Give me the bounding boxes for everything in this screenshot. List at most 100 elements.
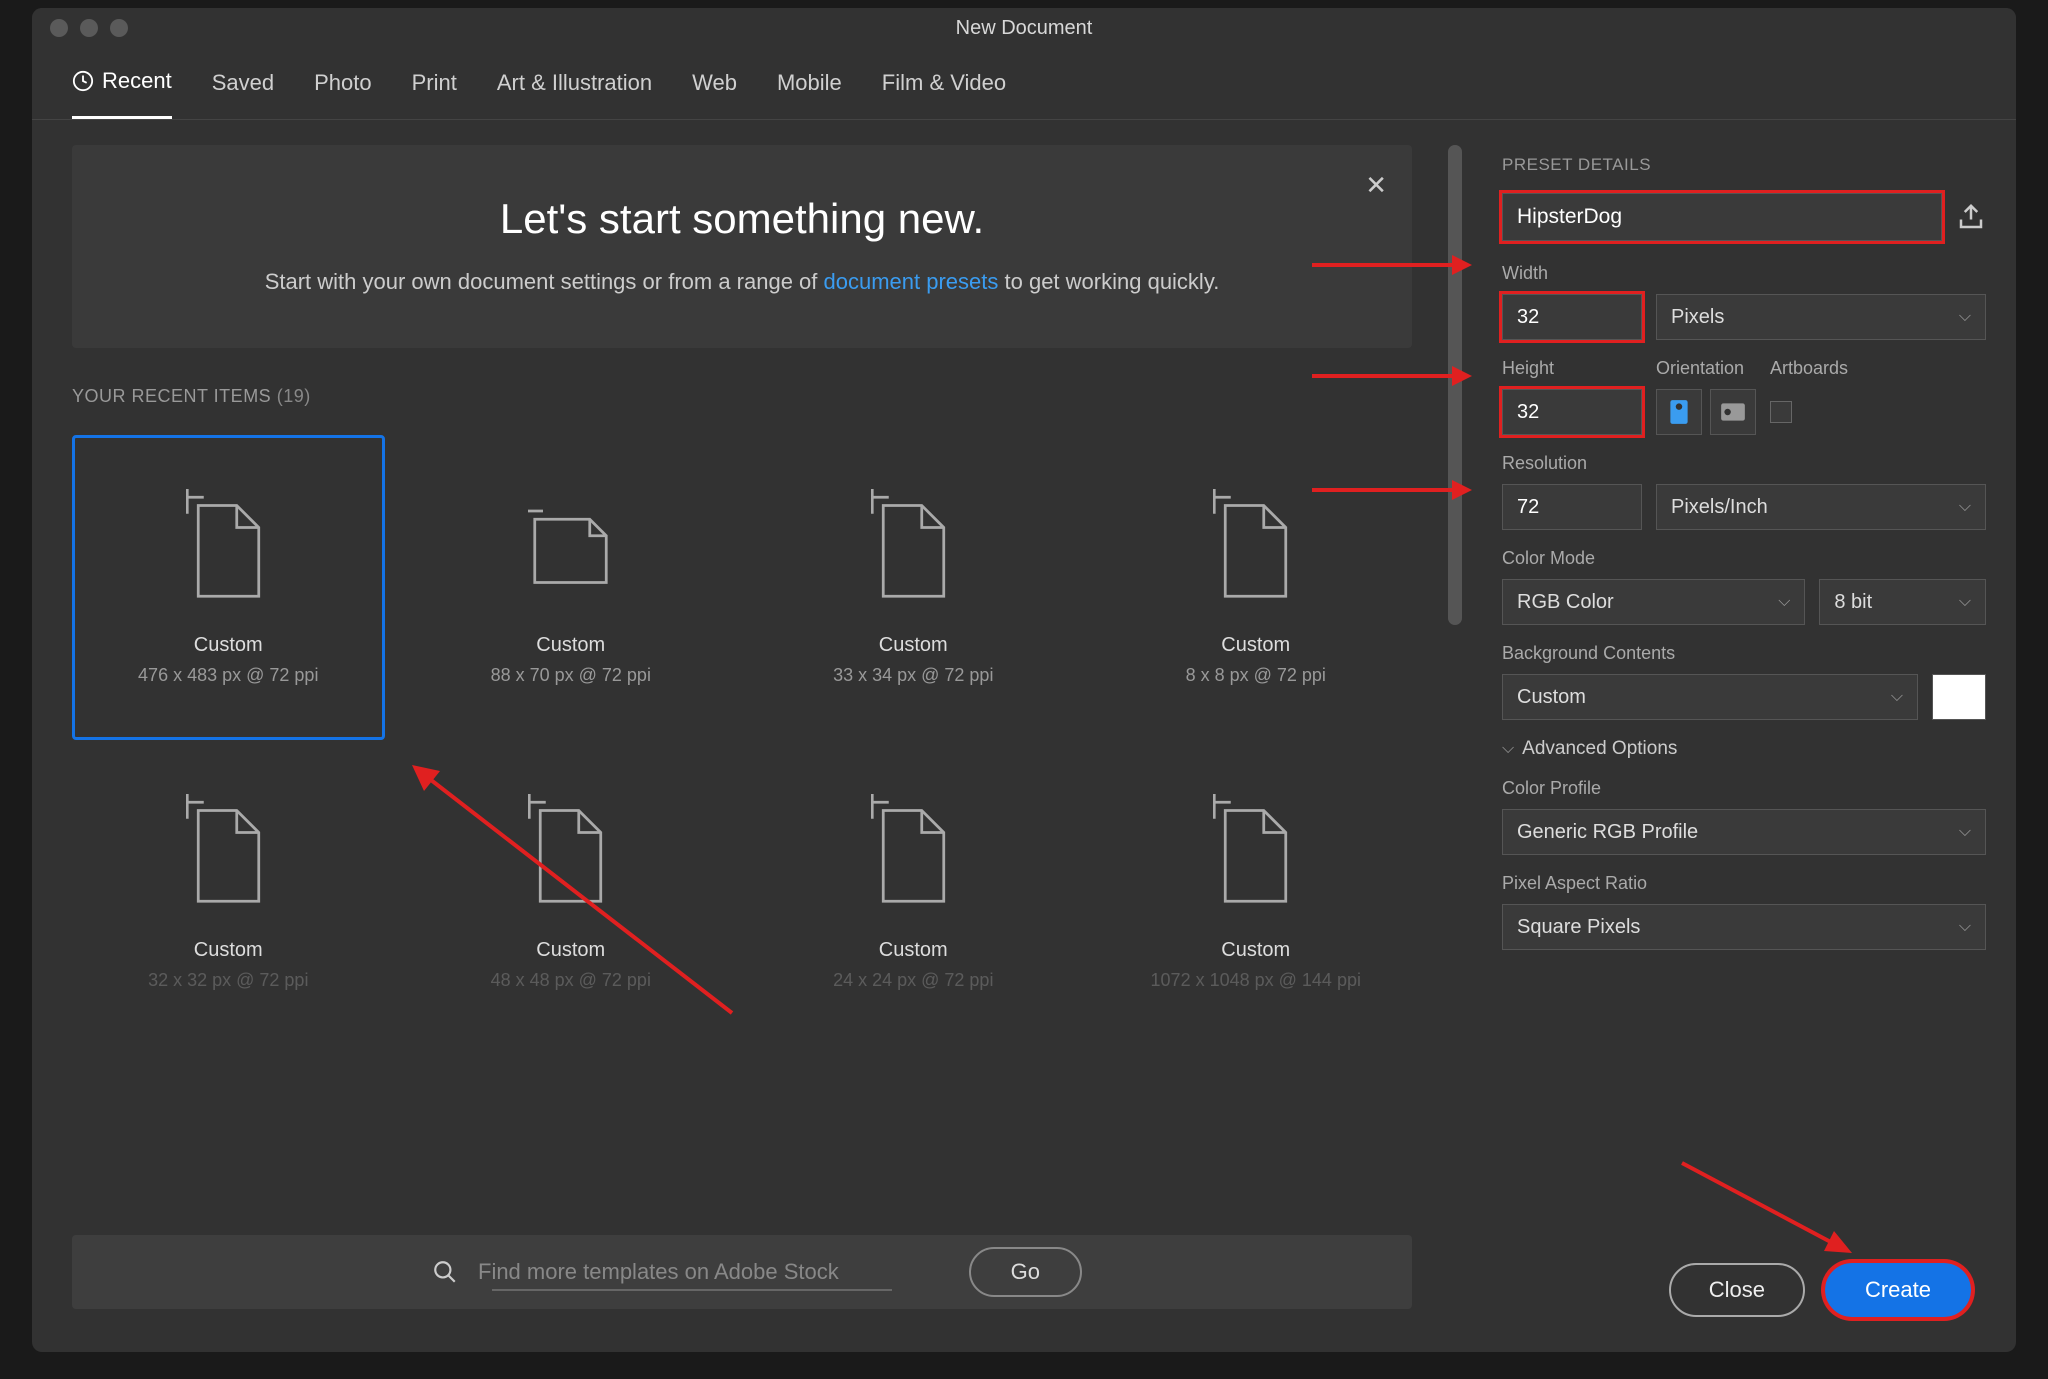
orientation-portrait-button[interactable]	[1656, 389, 1702, 435]
go-button[interactable]: Go	[969, 1247, 1082, 1297]
clock-icon	[72, 70, 94, 92]
stock-search-bar: Go	[72, 1235, 1412, 1309]
preset-name: Custom	[1221, 939, 1290, 962]
document-icon	[186, 794, 271, 904]
titlebar: New Document	[32, 8, 2016, 48]
tab-mobile[interactable]: Mobile	[777, 68, 842, 119]
tab-web[interactable]: Web	[692, 68, 737, 119]
hero-text-before: Start with your own document settings or…	[265, 269, 824, 294]
chevron-down-icon: ⌵	[1959, 308, 1971, 326]
chevron-down-icon: ⌵	[1959, 498, 1971, 516]
height-label: Height	[1502, 358, 1642, 379]
left-pane: ✕ Let's start something new. Start with …	[32, 120, 1462, 1334]
chevron-down-icon: ⌵	[1502, 740, 1514, 758]
preset-dims: 33 x 34 px @ 72 ppi	[833, 665, 993, 686]
resolution-input[interactable]	[1502, 484, 1642, 530]
search-icon	[432, 1259, 458, 1285]
recent-count: (19)	[277, 386, 311, 406]
tab-recent[interactable]: Recent	[72, 68, 172, 119]
pixel-aspect-value: Square Pixels	[1517, 916, 1640, 939]
preset-name: Custom	[879, 634, 948, 657]
preset-dims: 32 x 32 px @ 72 ppi	[148, 970, 308, 991]
preset-item[interactable]: Custom 32 x 32 px @ 72 ppi	[72, 740, 385, 1045]
resolution-units-value: Pixels/Inch	[1671, 496, 1768, 519]
orientation-landscape-button[interactable]	[1710, 389, 1756, 435]
color-profile-value: Generic RGB Profile	[1517, 821, 1698, 844]
preset-item[interactable]: Custom 33 x 34 px @ 72 ppi	[757, 435, 1070, 740]
document-icon	[186, 489, 271, 599]
background-value: Custom	[1517, 686, 1586, 709]
tab-photo[interactable]: Photo	[314, 68, 372, 119]
preset-name: Custom	[194, 634, 263, 657]
preset-dims: 24 x 24 px @ 72 ppi	[833, 970, 993, 991]
advanced-label: Advanced Options	[1522, 738, 1677, 760]
color-mode-value: RGB Color	[1517, 591, 1614, 614]
create-button[interactable]: Create	[1825, 1263, 1971, 1317]
recent-label-text: YOUR RECENT ITEMS	[72, 386, 271, 406]
height-input[interactable]	[1502, 389, 1642, 435]
new-document-dialog: New Document Recent Saved Photo Print Ar…	[32, 8, 2016, 1352]
minimize-window-icon[interactable]	[80, 19, 98, 37]
tab-label: Recent	[102, 68, 172, 94]
hero-banner: ✕ Let's start something new. Start with …	[72, 145, 1412, 348]
preset-name: Custom	[879, 939, 948, 962]
artboards-checkbox[interactable]	[1770, 401, 1792, 423]
preset-item[interactable]: Custom 1072 x 1048 px @ 144 ppi	[1100, 740, 1413, 1045]
close-icon[interactable]: ✕	[1365, 170, 1387, 201]
dialog-footer: Close Create	[1669, 1263, 1971, 1317]
preset-name: Custom	[194, 939, 263, 962]
scrollbar[interactable]	[1448, 145, 1462, 625]
preset-name: Custom	[536, 939, 605, 962]
preset-item[interactable]: Custom 48 x 48 px @ 72 ppi	[415, 740, 728, 1045]
chevron-down-icon: ⌵	[1891, 688, 1903, 706]
hero-text: Start with your own document settings or…	[242, 265, 1242, 298]
preset-item[interactable]: Custom 24 x 24 px @ 72 ppi	[757, 740, 1070, 1045]
preset-name: Custom	[1221, 634, 1290, 657]
color-profile-label: Color Profile	[1502, 778, 1986, 799]
units-select[interactable]: Pixels ⌵	[1656, 294, 1986, 340]
color-profile-select[interactable]: Generic RGB Profile ⌵	[1502, 809, 1986, 855]
document-icon	[528, 489, 613, 599]
document-name-input[interactable]	[1502, 193, 1942, 241]
background-select[interactable]: Custom ⌵	[1502, 674, 1918, 720]
preset-item[interactable]: Custom 88 x 70 px @ 72 ppi	[415, 435, 728, 740]
preset-details-header: PRESET DETAILS	[1502, 155, 1986, 175]
advanced-options-toggle[interactable]: ⌵ Advanced Options	[1502, 738, 1986, 760]
chevron-down-icon: ⌵	[1959, 823, 1971, 841]
preset-item[interactable]: Custom 476 x 483 px @ 72 ppi	[72, 435, 385, 740]
preset-dims: 88 x 70 px @ 72 ppi	[491, 665, 651, 686]
tab-print[interactable]: Print	[412, 68, 457, 119]
units-value: Pixels	[1671, 306, 1724, 329]
chevron-down-icon: ⌵	[1778, 593, 1790, 611]
preset-item[interactable]: Custom 8 x 8 px @ 72 ppi	[1100, 435, 1413, 740]
search-input[interactable]	[478, 1259, 949, 1286]
preset-name: Custom	[536, 634, 605, 657]
preset-dims: 8 x 8 px @ 72 ppi	[1186, 665, 1326, 686]
width-label: Width	[1502, 263, 1986, 284]
export-icon[interactable]	[1956, 202, 1986, 232]
preset-details-pane: PRESET DETAILS Width Pixels ⌵ Height	[1462, 120, 2016, 1334]
close-button[interactable]: Close	[1669, 1263, 1805, 1317]
tab-saved[interactable]: Saved	[212, 68, 274, 119]
document-presets-link[interactable]: document presets	[824, 269, 999, 294]
chevron-down-icon: ⌵	[1959, 918, 1971, 936]
background-color-swatch[interactable]	[1932, 674, 1986, 720]
orientation-label: Orientation	[1656, 358, 1756, 379]
resolution-units-select[interactable]: Pixels/Inch ⌵	[1656, 484, 1986, 530]
hero-text-after: to get working quickly.	[998, 269, 1219, 294]
tab-film[interactable]: Film & Video	[882, 68, 1006, 119]
maximize-window-icon[interactable]	[110, 19, 128, 37]
category-tabs: Recent Saved Photo Print Art & Illustrat…	[32, 48, 2016, 120]
color-mode-select[interactable]: RGB Color ⌵	[1502, 579, 1805, 625]
tab-art[interactable]: Art & Illustration	[497, 68, 652, 119]
close-window-icon[interactable]	[50, 19, 68, 37]
resolution-label: Resolution	[1502, 453, 1986, 474]
preset-dims: 1072 x 1048 px @ 144 ppi	[1151, 970, 1361, 991]
pixel-aspect-select[interactable]: Square Pixels ⌵	[1502, 904, 1986, 950]
scrollbar-thumb[interactable]	[1448, 145, 1462, 625]
width-input[interactable]	[1502, 294, 1642, 340]
document-icon	[1213, 794, 1298, 904]
window-title: New Document	[32, 17, 2016, 40]
bit-depth-select[interactable]: 8 bit ⌵	[1819, 579, 1986, 625]
document-icon	[1213, 489, 1298, 599]
